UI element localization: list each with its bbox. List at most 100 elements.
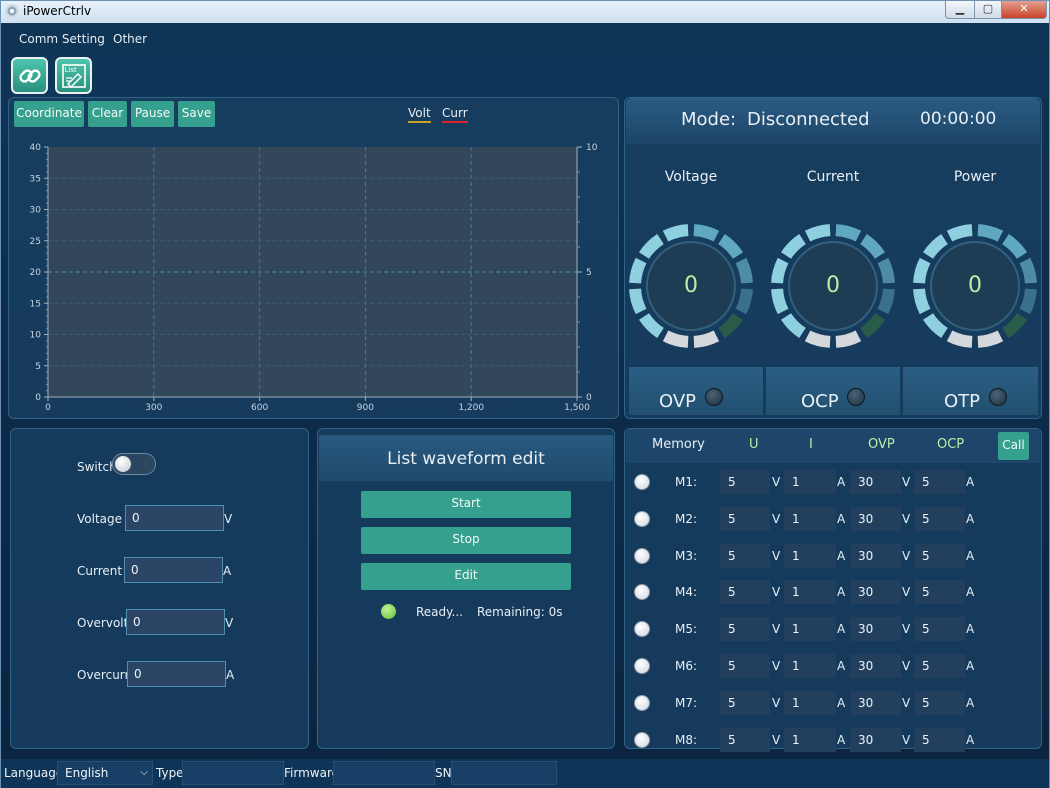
overcurr-unit: A (226, 668, 235, 682)
gauge-segment (946, 224, 973, 242)
memory-ovp-unit: V (902, 622, 911, 636)
gauge-segment (662, 224, 689, 242)
status-bar: Language English ⌵ Type Firmware SN (1, 759, 1049, 788)
gauge-segment (804, 330, 831, 348)
output-switch[interactable] (112, 453, 156, 475)
memory-i-input[interactable]: 1 (784, 507, 836, 531)
otp-led-icon (989, 388, 1007, 406)
memory-i-input[interactable]: 1 (784, 691, 836, 715)
memory-i-input[interactable]: 1 (784, 544, 836, 568)
overvolt-input[interactable]: 0 (126, 609, 225, 635)
gauge-segment (977, 330, 1004, 348)
language-label: Language (4, 766, 64, 780)
memory-ocp-input[interactable]: 5 (914, 507, 965, 531)
memory-u-unit: V (772, 585, 781, 599)
mode-value: Disconnected (747, 109, 870, 130)
memory-ocp-unit: A (966, 659, 975, 673)
memory-i-unit: A (837, 696, 846, 710)
y2-tick-label: 5 (586, 268, 592, 278)
ready-led-icon (381, 604, 396, 619)
memory-i-input[interactable]: 1 (784, 654, 836, 678)
list-stop-button[interactable]: Stop (361, 527, 571, 554)
memory-select-radio[interactable] (634, 474, 650, 490)
memory-i-unit: A (837, 622, 846, 636)
memory-select-radio[interactable] (634, 621, 650, 637)
y-tick-label: 30 (30, 206, 42, 216)
voltage-field-label: Voltage : (77, 512, 130, 526)
memory-ovp-input[interactable]: 30 (850, 691, 901, 715)
x-tick-label: 600 (251, 403, 268, 413)
power-value: 0 (968, 273, 982, 298)
gauge-segment (693, 330, 720, 348)
memory-ocp-input[interactable]: 5 (914, 691, 965, 715)
list-edit-button-2[interactable]: Edit (361, 563, 571, 590)
memory-ocp-unit: A (966, 512, 975, 526)
memory-ocp-input[interactable]: 5 (914, 654, 965, 678)
voltage-value: 0 (684, 273, 698, 298)
memory-ovp-input[interactable]: 30 (850, 470, 901, 494)
gauge-segment (913, 257, 931, 284)
memory-u-input[interactable]: 5 (720, 507, 770, 531)
voltage-input[interactable]: 0 (125, 505, 224, 531)
memory-ovp-input[interactable]: 30 (850, 580, 901, 604)
language-select[interactable]: English ⌵ (57, 761, 153, 785)
memory-ocp-input[interactable]: 5 (914, 728, 965, 752)
close-button[interactable]: ✕ (1001, 1, 1047, 19)
memory-u-input[interactable]: 5 (720, 470, 770, 494)
memory-select-radio[interactable] (634, 548, 650, 564)
memory-ocp-input[interactable]: 5 (914, 580, 965, 604)
sn-field (451, 761, 557, 785)
mode-label: Mode: (681, 109, 737, 130)
gauge-segment (735, 288, 753, 315)
memory-ovp-input[interactable]: 30 (850, 617, 901, 641)
memory-name: M7: (675, 696, 698, 710)
memory-i-input[interactable]: 1 (784, 580, 836, 604)
gauge-segment (1019, 288, 1037, 315)
memory-select-radio[interactable] (634, 658, 650, 674)
current-value: 0 (826, 273, 840, 298)
memory-name: M1: (675, 475, 698, 489)
memory-u-input[interactable]: 5 (720, 728, 770, 752)
language-value: English (65, 766, 109, 780)
memory-u-input[interactable]: 5 (720, 580, 770, 604)
voltage-gauge-label: Voltage (664, 169, 718, 185)
memory-ovp-input[interactable]: 30 (850, 654, 901, 678)
ocp-indicator: OCP (766, 367, 900, 415)
memory-ovp-input[interactable]: 30 (850, 507, 901, 531)
memory-select-radio[interactable] (634, 695, 650, 711)
gauge-segment (835, 224, 862, 242)
memory-name: M2: (675, 512, 698, 526)
list-start-button[interactable]: Start (361, 491, 571, 518)
x-tick-label: 1,200 (458, 403, 484, 413)
memory-i-input[interactable]: 1 (784, 728, 836, 752)
memory-u-input[interactable]: 5 (720, 544, 770, 568)
memory-ovp-input[interactable]: 30 (850, 728, 901, 752)
memory-select-radio[interactable] (634, 511, 650, 527)
memory-ovp-input[interactable]: 30 (850, 544, 901, 568)
memory-name: M8: (675, 733, 698, 747)
memory-u-input[interactable]: 5 (720, 617, 770, 641)
current-input[interactable]: 0 (124, 557, 223, 583)
call-button[interactable]: Call (998, 432, 1029, 460)
gauge-segment (835, 330, 862, 348)
maximize-button[interactable]: ▢ (974, 1, 1002, 19)
memory-name: M5: (675, 622, 698, 636)
line-chart: 0 5 10 15 20 25 30 35 40 0 5 10 0 300 600 900 1,200 1,500 (30, 143, 598, 413)
ovp-led-icon (705, 388, 723, 406)
memory-u-unit: V (772, 549, 781, 563)
overcurr-input[interactable]: 0 (127, 661, 226, 687)
memory-header-label: Memory (652, 437, 705, 452)
memory-ocp-input[interactable]: 5 (914, 470, 965, 494)
memory-select-radio[interactable] (634, 732, 650, 748)
memory-ocp-input[interactable]: 5 (914, 544, 965, 568)
memory-u-input[interactable]: 5 (720, 691, 770, 715)
minimize-button[interactable]: ▁ (945, 1, 975, 19)
memory-u-unit: V (772, 659, 781, 673)
memory-u-input[interactable]: 5 (720, 654, 770, 678)
memory-i-input[interactable]: 1 (784, 470, 836, 494)
memory-i-unit: A (837, 549, 846, 563)
memory-ocp-input[interactable]: 5 (914, 617, 965, 641)
memory-select-radio[interactable] (634, 584, 650, 600)
memory-i-input[interactable]: 1 (784, 617, 836, 641)
gauge-segment (877, 257, 895, 284)
